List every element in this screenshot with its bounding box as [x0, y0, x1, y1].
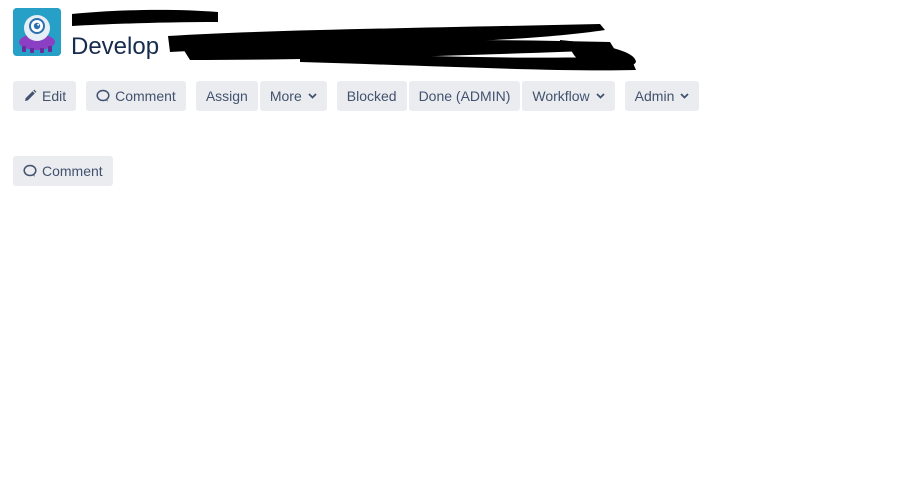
blocked-button-label: Blocked — [346, 88, 397, 104]
done-admin-button[interactable]: Done (ADMIN) — [408, 81, 521, 111]
edit-button[interactable]: Edit — [13, 81, 77, 111]
pencil-icon — [23, 89, 37, 103]
admin-button-label: Admin — [634, 88, 675, 104]
project-avatar-icon[interactable] — [13, 8, 61, 56]
comment-bubble-icon — [23, 164, 37, 178]
chevron-down-icon — [596, 93, 605, 99]
edit-button-label: Edit — [42, 88, 67, 104]
comment-button-label: Comment — [115, 88, 176, 104]
issue-toolbar: Edit Comment Assign More Blocked Done (A… — [13, 81, 700, 111]
more-button-label: More — [269, 88, 302, 104]
assign-button[interactable]: Assign — [195, 81, 258, 111]
admin-button[interactable]: Admin — [624, 81, 700, 111]
assign-button-label: Assign — [205, 88, 248, 104]
comment-bubble-icon — [96, 89, 110, 103]
workflow-button[interactable]: Workflow — [522, 81, 615, 111]
blocked-button[interactable]: Blocked — [336, 81, 407, 111]
chevron-down-icon — [308, 93, 317, 99]
workflow-button-label: Workflow — [532, 88, 590, 104]
comment-button[interactable]: Comment — [86, 81, 186, 111]
more-button[interactable]: More — [259, 81, 327, 111]
add-comment-button-label: Comment — [42, 163, 103, 179]
issue-page: Develop Edit Comment Assign More Blocked… — [0, 0, 901, 500]
issue-title: Develop — [71, 33, 160, 60]
add-comment-button[interactable]: Comment — [13, 156, 113, 186]
done-admin-button-label: Done (ADMIN) — [418, 88, 511, 104]
activity-comment-area: Comment — [13, 156, 113, 186]
chevron-down-icon — [680, 93, 689, 99]
